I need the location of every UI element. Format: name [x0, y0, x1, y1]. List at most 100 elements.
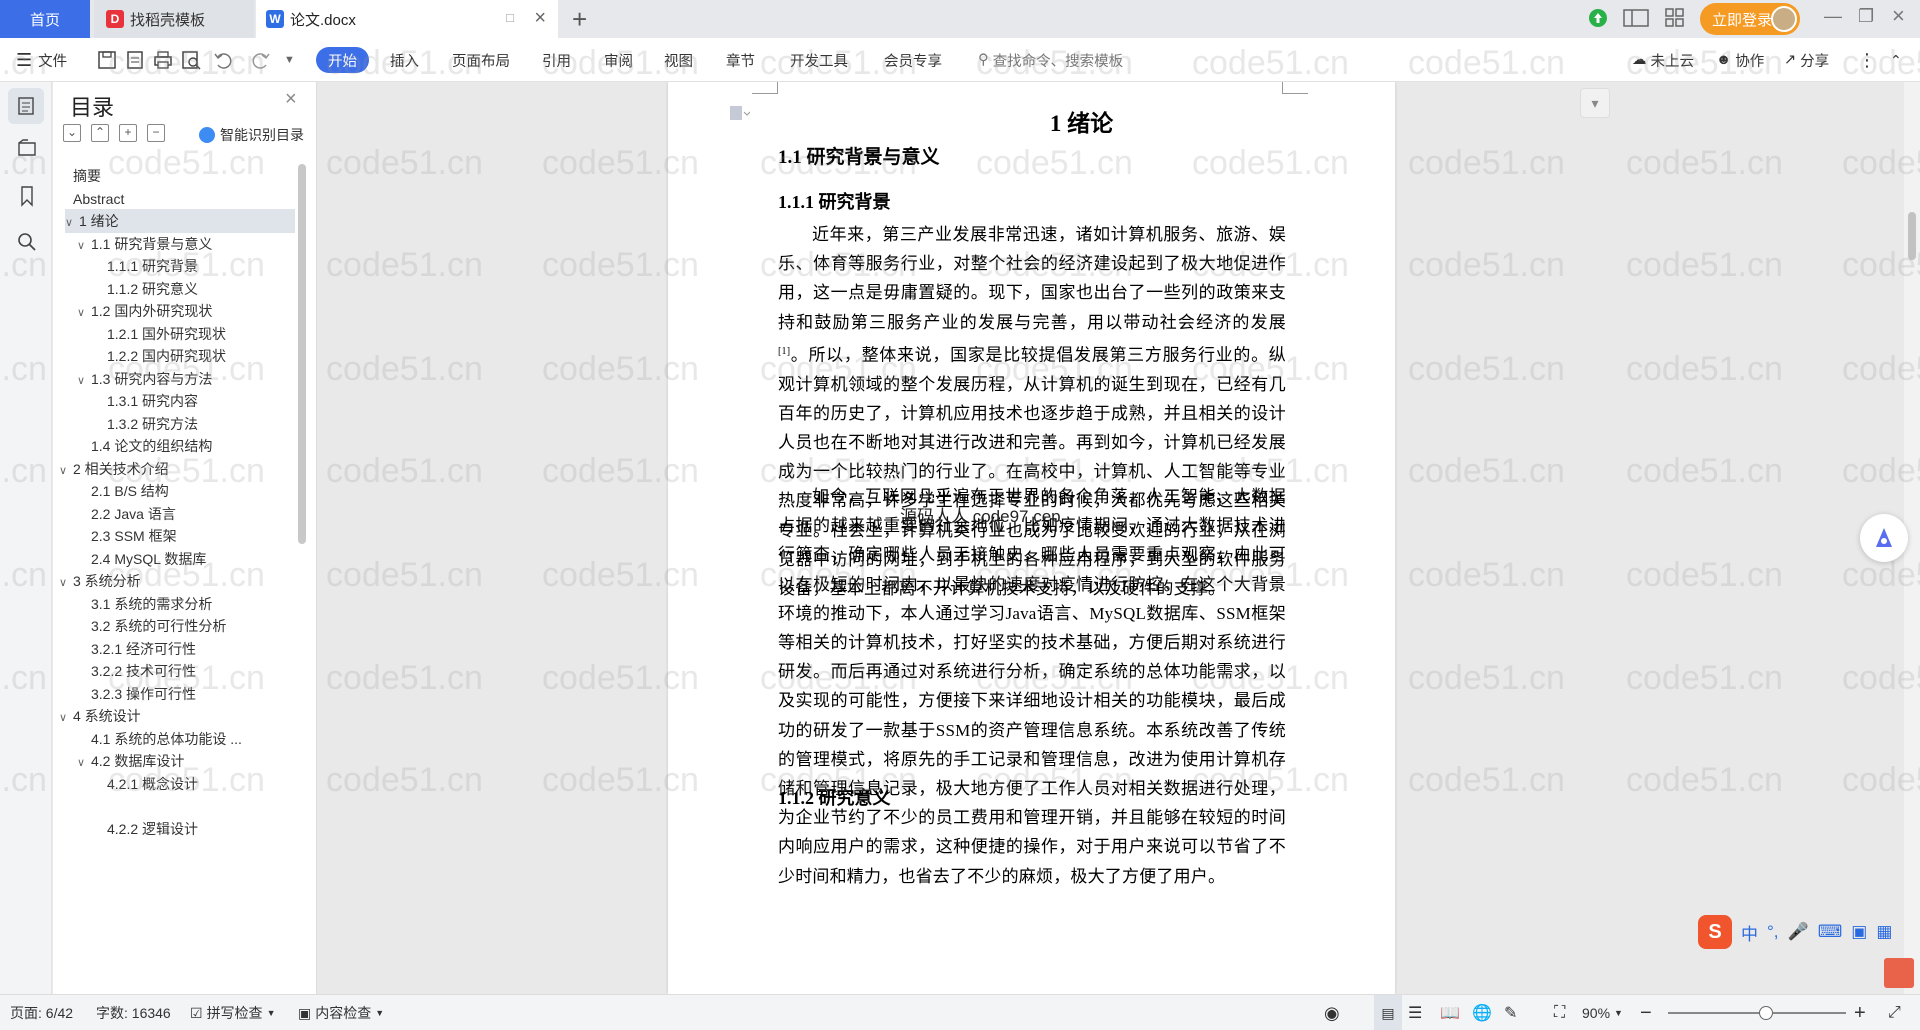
close-pane-icon[interactable]: × — [285, 88, 297, 111]
write-mode-icon[interactable]: ✎ — [1504, 995, 1517, 1030]
toc-item[interactable]: 3.1 系统的需求分析 — [53, 592, 293, 616]
toc-item[interactable]: 2.1 B/S 结构 — [53, 479, 293, 503]
tab-template[interactable]: D 找稻壳模板 — [94, 0, 254, 38]
file-menu[interactable]: ☰ 文件 — [16, 38, 67, 82]
tab-references[interactable]: 引用 — [542, 38, 571, 82]
print-preview-icon[interactable] — [180, 49, 202, 71]
update-icon[interactable] — [1588, 8, 1608, 28]
tab-document[interactable]: W 论文.docx □ × — [256, 0, 558, 38]
share-button[interactable]: ↗ 分享 — [1784, 38, 1829, 82]
find-icon[interactable] — [13, 228, 41, 256]
ime-lang[interactable]: 中 — [1741, 920, 1758, 945]
toc-item[interactable]: 1.2.2 国内研究现状 — [53, 344, 293, 368]
redo-icon[interactable] — [250, 49, 272, 71]
tab-member[interactable]: 会员专享 — [884, 38, 942, 82]
collab-button[interactable]: ☻ 协作 — [1716, 38, 1764, 82]
expand-all-icon[interactable]: ⌄ — [63, 124, 81, 142]
minimize-icon[interactable]: — — [1824, 6, 1842, 27]
command-search[interactable]: ⚲ 查找命令、搜索模板 — [978, 38, 1123, 82]
collapse-ribbon-icon[interactable]: ⌃ — [1890, 38, 1902, 82]
toc-item[interactable]: 摘要 — [53, 164, 293, 188]
toc-item[interactable]: 3.2.2 技术可行性 — [53, 659, 293, 683]
toc-item[interactable]: 3.2 系统的可行性分析 — [53, 614, 293, 638]
ime-apps-icon[interactable]: ▦ — [1876, 922, 1892, 942]
close-tab-icon[interactable]: × — [534, 7, 546, 30]
toc-item[interactable]: 1.2.1 国外研究现状 — [53, 322, 293, 346]
toc-item[interactable]: 1.4 论文的组织结构 — [53, 434, 293, 458]
toc-item[interactable]: ∨ 2 相关技术介绍 — [53, 457, 293, 481]
smart-toc-button[interactable]: 智能识别目录 — [199, 125, 304, 145]
save-icon[interactable] — [96, 49, 118, 71]
fit-page-icon[interactable]: ⛶ — [1554, 995, 1565, 1030]
toc-item[interactable]: 3.2.3 操作可行性 — [53, 682, 293, 706]
word-count[interactable]: 字数: 16346 — [96, 995, 171, 1030]
reading-view-icon[interactable]: 📖 — [1440, 995, 1460, 1030]
toc-item[interactable]: 1.1.1 研究背景 — [53, 254, 293, 278]
chapter-nav-icon[interactable] — [13, 134, 41, 162]
tab-insert[interactable]: 插入 — [390, 38, 419, 82]
fullscreen-icon[interactable]: ⤢ — [1888, 995, 1901, 1030]
notification-badge[interactable] — [1884, 958, 1914, 988]
keyboard-icon[interactable]: ⌨ — [1818, 922, 1843, 942]
toc-item[interactable]: ∨ 4 系统设计 — [53, 704, 293, 728]
content-check-button[interactable]: ▣ 内容检查 ▼ — [298, 995, 384, 1030]
page-view-icon[interactable]: ▤ — [1374, 995, 1402, 1030]
cloud-status[interactable]: ☁ 未上云 — [1632, 38, 1694, 82]
toc-item[interactable]: ∨ 1.1 研究背景与意义 — [53, 232, 293, 256]
close-window-icon[interactable]: × — [1892, 3, 1905, 29]
tab-developer[interactable]: 开发工具 — [790, 38, 848, 82]
filter-icon[interactable]: ▾ — [1580, 88, 1610, 118]
apps-grid-icon[interactable] — [1664, 7, 1686, 29]
sogou-logo-icon[interactable]: S — [1698, 915, 1732, 949]
more-icon[interactable]: ⋮ — [1858, 38, 1876, 82]
scrollbar-thumb[interactable] — [1908, 212, 1916, 260]
bookmark-icon[interactable] — [13, 182, 41, 210]
zoom-level[interactable]: 90% ▼ — [1582, 995, 1623, 1030]
microphone-icon[interactable]: 🎤 — [1788, 922, 1809, 942]
zoom-slider[interactable] — [1668, 1006, 1846, 1020]
undo-icon[interactable] — [212, 49, 234, 71]
toc-item[interactable]: 2.2 Java 语言 — [53, 502, 293, 526]
toc-scrollbar[interactable] — [298, 164, 306, 544]
tab-start[interactable]: 开始 — [316, 47, 369, 73]
spell-check-button[interactable]: ☑ 拼写检查 ▼ — [190, 995, 275, 1030]
add-tab-button[interactable]: + — [572, 4, 587, 35]
toc-item[interactable]: 1.1.2 研究意义 — [53, 277, 293, 301]
toc-item[interactable]: ∨ 1.3 研究内容与方法 — [53, 367, 293, 391]
tab-section[interactable]: 章节 — [726, 38, 755, 82]
ai-assistant-button[interactable] — [1860, 514, 1908, 562]
layout-icon[interactable] — [1622, 7, 1650, 29]
export-pdf-icon[interactable] — [124, 49, 146, 71]
tab-page-layout[interactable]: 页面布局 — [452, 38, 510, 82]
toc-item[interactable]: 4.2.1 概念设计 — [53, 772, 293, 796]
page-indicator[interactable]: 页面: 6/42 — [10, 995, 73, 1030]
eye-protection-icon[interactable]: ◉ — [1324, 995, 1340, 1030]
toc-item[interactable] — [53, 794, 293, 818]
toc-item[interactable]: ∨ 1.2 国内外研究现状 — [53, 299, 293, 323]
toc-item[interactable]: ∨ 1 绪论 — [65, 209, 295, 233]
zoom-in-icon[interactable]: + — [1854, 995, 1866, 1030]
document-page[interactable]: 1 绪论 1.1 研究背景与意义 1.1.1 研究背景 近年来，第三产业发展非常… — [668, 82, 1395, 994]
pin-icon[interactable]: □ — [506, 10, 514, 25]
outline-view-icon[interactable]: ☰ — [1408, 995, 1422, 1030]
skin-icon[interactable]: ▣ — [1851, 922, 1867, 942]
login-button[interactable]: 立即登录 — [1700, 3, 1800, 35]
toc-item[interactable]: 4.1 系统的总体功能设 ... — [53, 727, 293, 751]
toc-item[interactable]: 2.4 MySQL 数据库 — [53, 547, 293, 571]
tab-view[interactable]: 视图 — [664, 38, 693, 82]
toc-item[interactable]: 4.2.2 逻辑设计 — [53, 817, 293, 841]
zoom-out-icon[interactable]: − — [1640, 995, 1652, 1030]
toc-item[interactable]: Abstract — [53, 187, 293, 211]
toc-panel-icon[interactable] — [8, 88, 44, 124]
quick-access-dropdown-icon[interactable]: ▼ — [284, 38, 295, 82]
tab-review[interactable]: 审阅 — [604, 38, 633, 82]
toc-item[interactable]: 1.3.2 研究方法 — [53, 412, 293, 436]
add-heading-icon[interactable]: + — [119, 124, 137, 142]
ime-punct[interactable]: °, — [1767, 922, 1779, 942]
web-view-icon[interactable]: 🌐 — [1472, 995, 1492, 1030]
toc-item[interactable]: ∨ 4.2 数据库设计 — [53, 749, 293, 773]
toc-item[interactable]: 2.3 SSM 框架 — [53, 524, 293, 548]
tab-home[interactable]: 首页 — [0, 0, 90, 38]
print-icon[interactable] — [152, 49, 174, 71]
toc-item[interactable]: 1.3.1 研究内容 — [53, 389, 293, 413]
